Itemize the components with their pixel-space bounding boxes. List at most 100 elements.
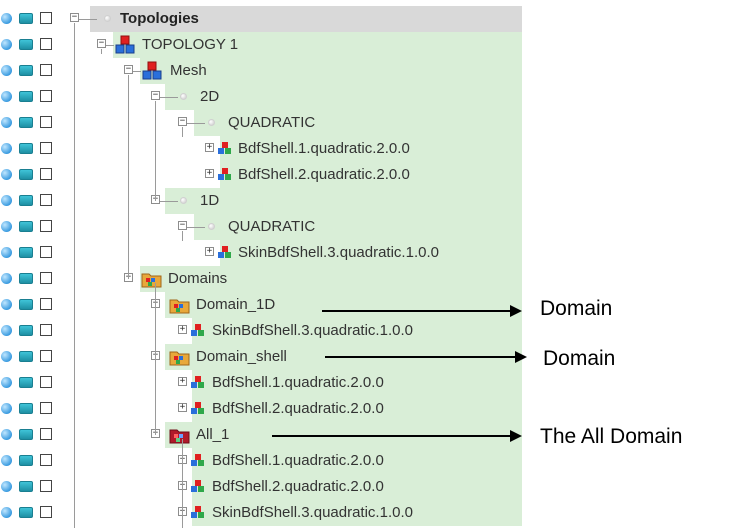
visibility-icon[interactable] bbox=[1, 351, 12, 362]
row-checkbox[interactable] bbox=[40, 220, 52, 232]
annotation-label: Domain bbox=[540, 297, 613, 320]
row-checkbox[interactable] bbox=[40, 324, 52, 336]
mesh-display-icon[interactable] bbox=[19, 351, 33, 362]
expand-icon[interactable]: + bbox=[178, 403, 187, 412]
collapse-icon[interactable]: − bbox=[178, 221, 187, 230]
tree-node-label: BdfShell.1.quadratic.2.0.0 bbox=[238, 140, 410, 157]
row-checkbox[interactable] bbox=[40, 480, 52, 492]
tree-row-mesh[interactable]: − Mesh bbox=[0, 58, 752, 84]
part-icon bbox=[191, 324, 204, 336]
visibility-icon[interactable] bbox=[1, 91, 12, 102]
visibility-icon[interactable] bbox=[1, 169, 12, 180]
tree-row-item[interactable]: + BdfShell.1.quadratic.2.0.0 bbox=[0, 448, 752, 474]
mesh-display-icon[interactable] bbox=[19, 221, 33, 232]
mesh-display-icon[interactable] bbox=[19, 195, 33, 206]
part-icon bbox=[218, 168, 231, 180]
mesh-display-icon[interactable] bbox=[19, 247, 33, 258]
visibility-icon[interactable] bbox=[1, 195, 12, 206]
mesh-display-icon[interactable] bbox=[19, 325, 33, 336]
collapse-icon[interactable]: − bbox=[178, 117, 187, 126]
visibility-icon[interactable] bbox=[1, 299, 12, 310]
tree-row-item[interactable]: + SkinBdfShell.3.quadratic.1.0.0 bbox=[0, 318, 752, 344]
mesh-display-icon[interactable] bbox=[19, 169, 33, 180]
row-checkbox[interactable] bbox=[40, 272, 52, 284]
tree-node-label: Mesh bbox=[170, 62, 207, 79]
tree-row-domain-1d[interactable]: − Domain_1D bbox=[0, 292, 752, 318]
visibility-icon[interactable] bbox=[1, 39, 12, 50]
visibility-icon[interactable] bbox=[1, 273, 12, 284]
row-checkbox[interactable] bbox=[40, 194, 52, 206]
visibility-icon[interactable] bbox=[1, 13, 12, 24]
expand-icon[interactable]: + bbox=[178, 325, 187, 334]
mesh-display-icon[interactable] bbox=[19, 507, 33, 518]
row-checkbox[interactable] bbox=[40, 428, 52, 440]
tree-row-1d[interactable]: − 1D bbox=[0, 188, 752, 214]
row-checkbox[interactable] bbox=[40, 506, 52, 518]
visibility-icon[interactable] bbox=[1, 247, 12, 258]
row-checkbox[interactable] bbox=[40, 38, 52, 50]
mesh-display-icon[interactable] bbox=[19, 481, 33, 492]
tree-row-domains[interactable]: − Domains bbox=[0, 266, 752, 292]
mesh-display-icon[interactable] bbox=[19, 377, 33, 388]
row-checkbox[interactable] bbox=[40, 64, 52, 76]
row-checkbox[interactable] bbox=[40, 168, 52, 180]
annotation-arrowhead bbox=[510, 305, 522, 317]
visibility-icon[interactable] bbox=[1, 117, 12, 128]
row-checkbox[interactable] bbox=[40, 402, 52, 414]
mesh-display-icon[interactable] bbox=[19, 299, 33, 310]
visibility-icon[interactable] bbox=[1, 455, 12, 466]
mesh-display-icon[interactable] bbox=[19, 13, 33, 24]
annotation-label: The All Domain bbox=[540, 425, 683, 448]
tree-row-item[interactable]: + BdfShell.2.quadratic.2.0.0 bbox=[0, 396, 752, 422]
visibility-icon[interactable] bbox=[1, 221, 12, 232]
row-checkbox[interactable] bbox=[40, 298, 52, 310]
visibility-icon[interactable] bbox=[1, 507, 12, 518]
tree-connector bbox=[155, 283, 156, 435]
mesh-display-icon[interactable] bbox=[19, 455, 33, 466]
node-dot-icon bbox=[180, 93, 187, 100]
mesh-display-icon[interactable] bbox=[19, 429, 33, 440]
expand-icon[interactable]: + bbox=[205, 247, 214, 256]
row-checkbox[interactable] bbox=[40, 142, 52, 154]
tree-row-item[interactable]: + BdfShell.1.quadratic.2.0.0 bbox=[0, 370, 752, 396]
collapse-icon[interactable]: − bbox=[97, 39, 106, 48]
row-checkbox[interactable] bbox=[40, 90, 52, 102]
row-checkbox[interactable] bbox=[40, 116, 52, 128]
row-checkbox[interactable] bbox=[40, 376, 52, 388]
tree-row-item[interactable]: + BdfShell.1.quadratic.2.0.0 bbox=[0, 136, 752, 162]
mesh-display-icon[interactable] bbox=[19, 273, 33, 284]
expand-icon[interactable]: + bbox=[205, 143, 214, 152]
row-checkbox[interactable] bbox=[40, 246, 52, 258]
tree-row-item[interactable]: + BdfShell.2.quadratic.2.0.0 bbox=[0, 474, 752, 500]
row-checkbox[interactable] bbox=[40, 12, 52, 24]
collapse-icon[interactable]: − bbox=[70, 13, 79, 22]
expand-icon[interactable]: + bbox=[178, 377, 187, 386]
collapse-icon[interactable]: − bbox=[124, 65, 133, 74]
tree-row-item[interactable]: + SkinBdfShell.3.quadratic.1.0.0 bbox=[0, 500, 752, 526]
mesh-display-icon[interactable] bbox=[19, 65, 33, 76]
tree-row-item[interactable]: + BdfShell.2.quadratic.2.0.0 bbox=[0, 162, 752, 188]
visibility-icon[interactable] bbox=[1, 65, 12, 76]
mesh-display-icon[interactable] bbox=[19, 403, 33, 414]
tree-row-topologies[interactable]: − Topologies bbox=[0, 6, 752, 32]
tree-row-2d[interactable]: − 2D bbox=[0, 84, 752, 110]
visibility-icon[interactable] bbox=[1, 377, 12, 388]
visibility-icon[interactable] bbox=[1, 325, 12, 336]
visibility-icon[interactable] bbox=[1, 429, 12, 440]
expand-icon[interactable]: + bbox=[205, 169, 214, 178]
tree-row-item[interactable]: + SkinBdfShell.3.quadratic.1.0.0 bbox=[0, 240, 752, 266]
row-checkbox[interactable] bbox=[40, 350, 52, 362]
row-checkbox[interactable] bbox=[40, 454, 52, 466]
tree-row-1d-quadratic[interactable]: − QUADRATIC bbox=[0, 214, 752, 240]
tree-node-label: SkinBdfShell.3.quadratic.1.0.0 bbox=[212, 504, 413, 521]
tree-connector bbox=[187, 123, 205, 124]
collapse-icon[interactable]: − bbox=[151, 91, 160, 100]
mesh-display-icon[interactable] bbox=[19, 91, 33, 102]
tree-row-2d-quadratic[interactable]: − QUADRATIC bbox=[0, 110, 752, 136]
mesh-display-icon[interactable] bbox=[19, 143, 33, 154]
mesh-display-icon[interactable] bbox=[19, 39, 33, 50]
visibility-icon[interactable] bbox=[1, 143, 12, 154]
visibility-icon[interactable] bbox=[1, 403, 12, 414]
visibility-icon[interactable] bbox=[1, 481, 12, 492]
mesh-display-icon[interactable] bbox=[19, 117, 33, 128]
